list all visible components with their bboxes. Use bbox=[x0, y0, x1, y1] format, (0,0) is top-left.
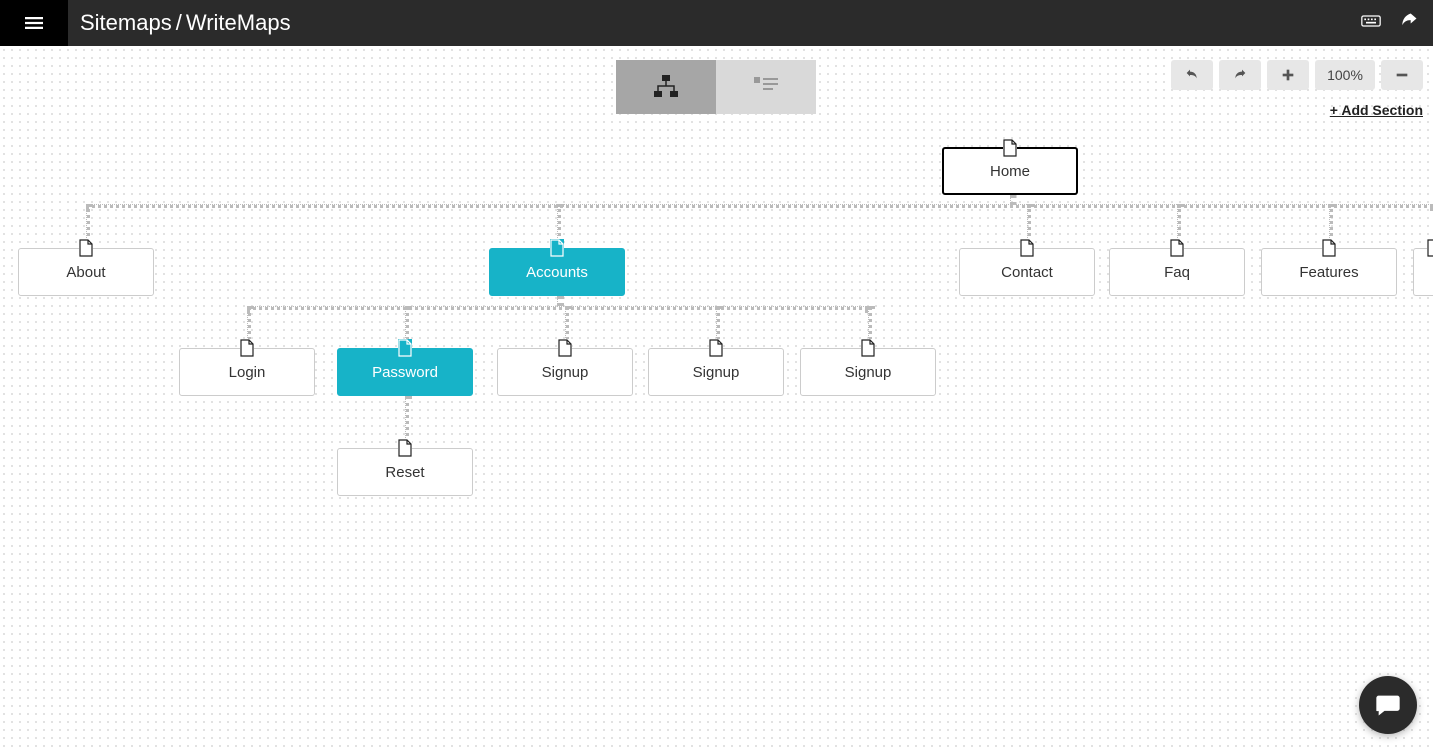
node-password[interactable]: Password bbox=[337, 348, 473, 396]
node-accounts[interactable]: Accounts bbox=[489, 248, 625, 296]
node-faq[interactable]: Faq bbox=[1109, 248, 1245, 296]
tree-icon bbox=[650, 71, 682, 103]
zoom-in-button[interactable] bbox=[1267, 60, 1309, 90]
page-icon bbox=[550, 239, 564, 257]
header-actions bbox=[1361, 0, 1419, 46]
keyboard-icon bbox=[1361, 11, 1381, 31]
breadcrumb-current: WriteMaps bbox=[186, 10, 291, 36]
node-label: About bbox=[66, 264, 105, 281]
node-login[interactable]: Login bbox=[179, 348, 315, 396]
tree-view-button[interactable] bbox=[616, 60, 716, 114]
node-label: Reset bbox=[385, 464, 424, 481]
redo-button[interactable] bbox=[1219, 60, 1261, 90]
page-icon bbox=[398, 339, 412, 357]
page-icon bbox=[398, 439, 412, 457]
sitemap-canvas[interactable]: 100% + Add Section Home About Accounts bbox=[0, 46, 1433, 750]
breadcrumb-separator: / bbox=[176, 10, 182, 36]
page-icon bbox=[1020, 239, 1034, 257]
node-label: Signup bbox=[542, 364, 589, 381]
share-button[interactable] bbox=[1399, 11, 1419, 36]
breadcrumb: Sitemaps / WriteMaps bbox=[80, 10, 291, 36]
page-icon bbox=[861, 339, 875, 357]
page-icon bbox=[1003, 139, 1017, 157]
node-signup-2[interactable]: Signup bbox=[648, 348, 784, 396]
add-section-link[interactable]: + Add Section bbox=[1330, 102, 1423, 118]
node-label: Features bbox=[1299, 264, 1358, 281]
list-view-button[interactable] bbox=[716, 60, 816, 114]
page-icon bbox=[709, 339, 723, 357]
node-features[interactable]: Features bbox=[1261, 248, 1397, 296]
node-label: Signup bbox=[693, 364, 740, 381]
page-icon bbox=[79, 239, 93, 257]
app-header: Sitemaps / WriteMaps bbox=[0, 0, 1433, 46]
menu-button[interactable] bbox=[0, 0, 68, 46]
chat-icon bbox=[1374, 691, 1402, 719]
node-label: Faq bbox=[1164, 264, 1190, 281]
node-label: Contact bbox=[1001, 264, 1053, 281]
plus-icon bbox=[1280, 67, 1296, 83]
node-about[interactable]: About bbox=[18, 248, 154, 296]
node-label: Signup bbox=[845, 364, 892, 381]
redo-icon bbox=[1232, 67, 1248, 83]
keyboard-shortcuts-button[interactable] bbox=[1361, 11, 1381, 36]
undo-button[interactable] bbox=[1171, 60, 1213, 90]
node-label: Login bbox=[229, 364, 266, 381]
page-icon bbox=[1322, 239, 1336, 257]
page-icon bbox=[558, 339, 572, 357]
node-label: Accounts bbox=[526, 264, 588, 281]
page-icon bbox=[1170, 239, 1184, 257]
page-icon bbox=[240, 339, 254, 357]
chat-button[interactable] bbox=[1359, 676, 1417, 734]
list-icon bbox=[750, 71, 782, 103]
node-label: Home bbox=[990, 163, 1030, 180]
node-reset[interactable]: Reset bbox=[337, 448, 473, 496]
hamburger-icon bbox=[25, 14, 43, 32]
canvas-controls: 100% bbox=[1171, 60, 1423, 90]
node-signup-1[interactable]: Signup bbox=[497, 348, 633, 396]
zoom-level: 100% bbox=[1315, 60, 1375, 90]
node-contact[interactable]: Contact bbox=[959, 248, 1095, 296]
view-toggle bbox=[616, 60, 816, 114]
node-signup-3[interactable]: Signup bbox=[800, 348, 936, 396]
share-icon bbox=[1399, 11, 1419, 31]
node-home[interactable]: Home bbox=[942, 147, 1078, 195]
minus-icon bbox=[1394, 67, 1410, 83]
node-edge[interactable] bbox=[1413, 248, 1433, 296]
node-label: Password bbox=[372, 364, 438, 381]
undo-icon bbox=[1184, 67, 1200, 83]
page-icon bbox=[1427, 239, 1433, 257]
zoom-out-button[interactable] bbox=[1381, 60, 1423, 90]
breadcrumb-root[interactable]: Sitemaps bbox=[80, 10, 172, 36]
